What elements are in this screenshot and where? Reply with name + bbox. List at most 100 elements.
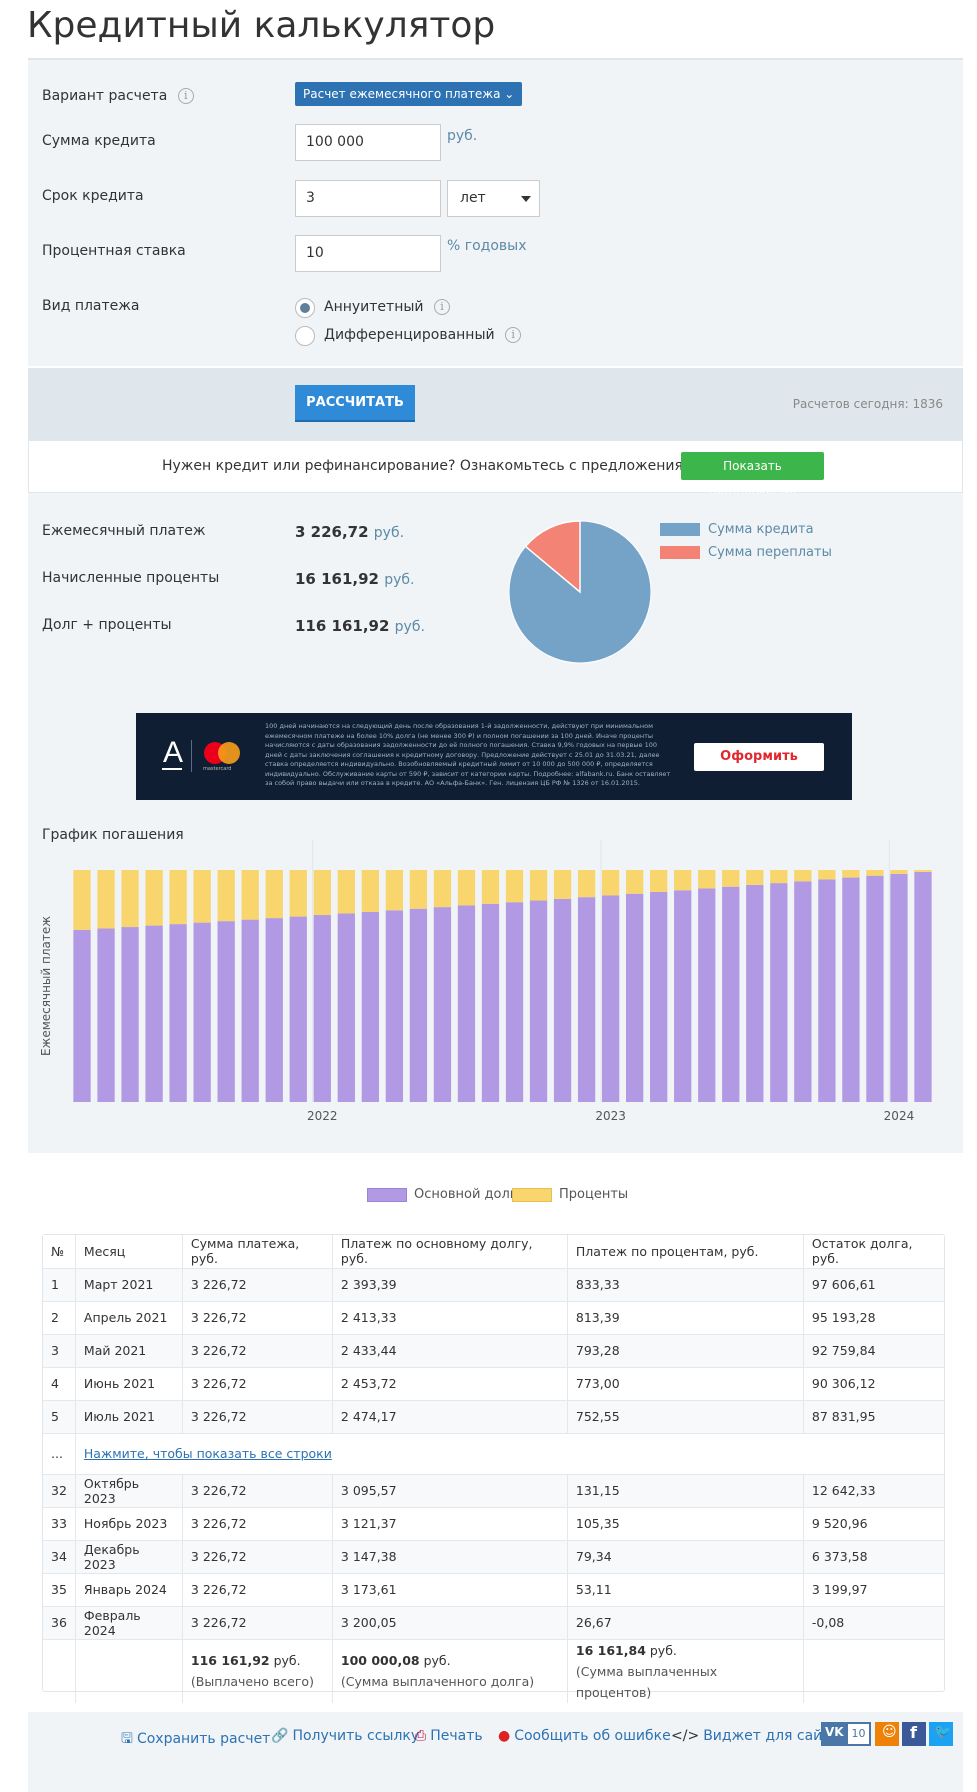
- bar-principal[interactable]: [626, 893, 644, 1102]
- amount-input[interactable]: 100 000: [295, 124, 441, 161]
- bar-interest[interactable]: [842, 870, 860, 878]
- bar-principal[interactable]: [866, 875, 884, 1102]
- radio-differentiated-label[interactable]: Дифференцированный i: [324, 327, 522, 343]
- bar-principal[interactable]: [409, 908, 428, 1102]
- bar-principal[interactable]: [529, 900, 548, 1102]
- bar-principal[interactable]: [481, 903, 500, 1102]
- bar-principal[interactable]: [722, 886, 740, 1102]
- bar-interest[interactable]: [601, 870, 620, 896]
- info-icon[interactable]: i: [433, 299, 450, 315]
- total-label: Долг + проценты: [42, 617, 172, 633]
- bar-principal[interactable]: [289, 916, 307, 1102]
- bar-interest[interactable]: [241, 870, 259, 920]
- bar-principal[interactable]: [746, 884, 764, 1102]
- bar-principal[interactable]: [842, 877, 860, 1102]
- info-icon[interactable]: i: [177, 88, 194, 104]
- bar-interest[interactable]: [361, 870, 379, 912]
- bar-interest[interactable]: [145, 870, 163, 926]
- bar-principal[interactable]: [385, 910, 404, 1102]
- radio-annuity-label[interactable]: Аннуитетный i: [324, 299, 450, 315]
- bar-interest[interactable]: [553, 870, 572, 899]
- bar-interest[interactable]: [217, 870, 235, 922]
- bar-interest[interactable]: [626, 870, 644, 894]
- term-unit-select[interactable]: лет: [447, 180, 540, 217]
- bar-principal[interactable]: [121, 927, 139, 1102]
- bar-principal[interactable]: [265, 918, 283, 1102]
- bar-interest[interactable]: [193, 870, 211, 923]
- bar-principal[interactable]: [97, 928, 115, 1102]
- bar-interest[interactable]: [890, 870, 908, 874]
- bar-principal[interactable]: [337, 913, 355, 1102]
- ok-share-button[interactable]: ☺: [875, 1722, 899, 1746]
- bar-interest[interactable]: [770, 870, 788, 884]
- bar-interest[interactable]: [650, 870, 668, 892]
- show-offers-button[interactable]: Показать предложения: [681, 452, 824, 501]
- term-input[interactable]: 3: [295, 180, 441, 217]
- report-error-link[interactable]: ● Сообщить об ошибке: [498, 1728, 671, 1744]
- bar-principal[interactable]: [145, 925, 163, 1102]
- bar-interest[interactable]: [698, 870, 716, 889]
- bar-principal[interactable]: [650, 891, 668, 1102]
- bar-principal[interactable]: [577, 897, 596, 1102]
- widget-link[interactable]: </> Виджет для сайта: [671, 1728, 839, 1744]
- bar-principal[interactable]: [770, 883, 788, 1102]
- bar-principal[interactable]: [914, 871, 932, 1102]
- bar-interest[interactable]: [505, 870, 524, 903]
- bar-interest[interactable]: [914, 870, 932, 872]
- bar-interest[interactable]: [433, 870, 452, 908]
- radio-differentiated[interactable]: [295, 326, 315, 346]
- bar-principal[interactable]: [73, 929, 91, 1102]
- bar-interest[interactable]: [289, 870, 307, 917]
- twitter-share-button[interactable]: 🐦: [929, 1722, 953, 1746]
- bar-interest[interactable]: [481, 870, 500, 904]
- bar-principal[interactable]: [674, 890, 692, 1102]
- bar-interest[interactable]: [866, 870, 884, 876]
- bar-principal[interactable]: [313, 915, 331, 1102]
- bar-principal[interactable]: [361, 911, 379, 1102]
- calc-variant-dropdown[interactable]: Расчет ежемесячного платежа ⌄: [295, 82, 523, 106]
- table-cell: 2 474,17: [332, 1400, 568, 1434]
- bar-interest[interactable]: [746, 870, 764, 885]
- bar-interest[interactable]: [529, 870, 548, 901]
- bar-principal[interactable]: [818, 879, 836, 1102]
- bar-interest[interactable]: [265, 870, 283, 919]
- bar-principal[interactable]: [433, 907, 452, 1102]
- bar-interest[interactable]: [337, 870, 355, 914]
- bar-principal[interactable]: [553, 898, 572, 1102]
- bar-principal[interactable]: [169, 924, 187, 1102]
- show-all-rows-link[interactable]: Нажмите, чтобы показать все строки: [84, 1446, 332, 1461]
- bar-interest[interactable]: [73, 870, 91, 930]
- totals-row: 116 161,92 руб. (Выплачено всего) 100 000,…: [43, 1639, 944, 1703]
- bar-principal[interactable]: [193, 922, 211, 1102]
- bar-interest[interactable]: [794, 870, 812, 882]
- bar-principal[interactable]: [457, 905, 476, 1102]
- rate-input[interactable]: 10: [295, 235, 441, 272]
- bar-interest[interactable]: [818, 870, 836, 880]
- ad-apply-button[interactable]: Оформить: [694, 743, 824, 771]
- save-calc-link[interactable]: 🖫 Сохранить расчет: [121, 1728, 270, 1752]
- bar-principal[interactable]: [601, 895, 620, 1102]
- bar-principal[interactable]: [217, 921, 235, 1102]
- bar-principal[interactable]: [794, 881, 812, 1102]
- bar-interest[interactable]: [457, 870, 476, 906]
- radio-annuity[interactable]: [295, 298, 315, 318]
- bar-interest[interactable]: [722, 870, 740, 887]
- bar-interest[interactable]: [169, 870, 187, 925]
- bar-interest[interactable]: [313, 870, 331, 916]
- bar-interest[interactable]: [674, 870, 692, 891]
- bar-principal[interactable]: [241, 919, 259, 1102]
- vk-share-button[interactable]: VK 10: [821, 1722, 871, 1746]
- bar-principal[interactable]: [698, 888, 716, 1102]
- bar-principal[interactable]: [890, 873, 908, 1102]
- get-link[interactable]: 🔗 Получить ссылку: [271, 1728, 419, 1744]
- bar-interest[interactable]: [97, 870, 115, 929]
- print-link[interactable]: ⎙ Печать: [415, 1728, 483, 1744]
- bar-interest[interactable]: [385, 870, 404, 911]
- info-icon[interactable]: i: [505, 327, 522, 343]
- bar-interest[interactable]: [409, 870, 428, 909]
- facebook-share-button[interactable]: f: [902, 1722, 926, 1746]
- calculate-button[interactable]: РАССЧИТАТЬ: [295, 385, 415, 420]
- bar-principal[interactable]: [505, 902, 524, 1102]
- bar-interest[interactable]: [121, 870, 139, 928]
- bar-interest[interactable]: [577, 870, 596, 898]
